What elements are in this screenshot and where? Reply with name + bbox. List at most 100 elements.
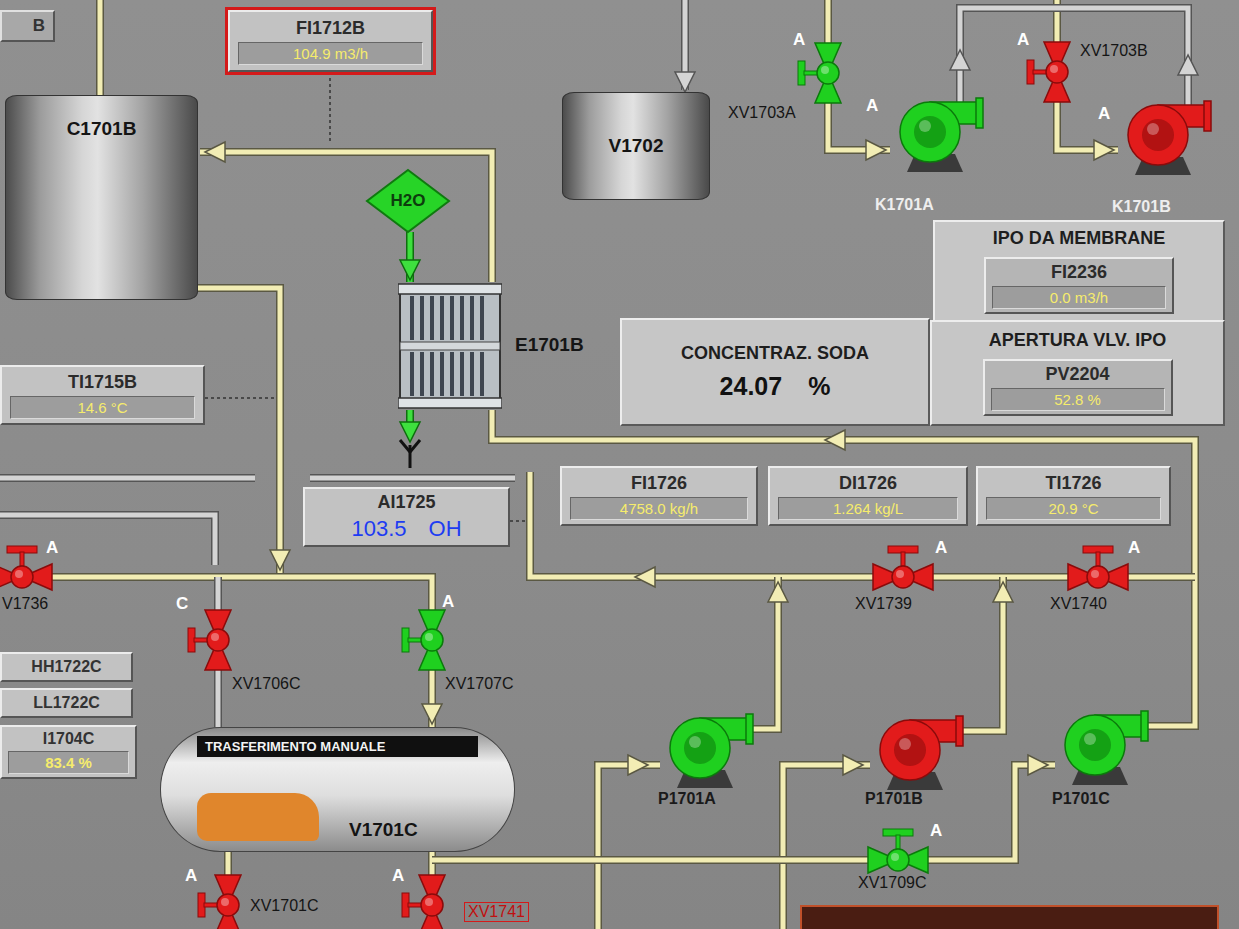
instrument-box[interactable]: PV2204 52.8 % (983, 359, 1173, 416)
flow-arrow-icon (768, 582, 788, 602)
flow-arrow-icon (1178, 55, 1198, 75)
panel-title: CONCENTRAZ. SODA (681, 343, 869, 364)
valve-icon[interactable] (397, 865, 457, 929)
level-alarm-box[interactable]: HH1722C (0, 652, 133, 682)
valve-label[interactable]: XV1739 (855, 595, 912, 613)
instrument-value: 4758.0 kg/h (570, 497, 748, 520)
flow-arrow-icon (628, 755, 648, 775)
level-alarm-box[interactable]: LL1722C (0, 688, 133, 718)
valve-icon[interactable] (1022, 32, 1082, 112)
valve-label[interactable]: XV1703A (728, 104, 796, 122)
valve-mode: A (185, 866, 197, 886)
instrument-value: 14.6 °C (10, 396, 195, 419)
valve-label[interactable]: XV1703B (1080, 42, 1148, 60)
flow-arrow-icon (400, 260, 420, 280)
instrument-tag: FI2236 (1051, 262, 1107, 283)
pipe (200, 152, 492, 282)
valve-label[interactable]: XV1741 (465, 903, 528, 921)
valve-icon[interactable] (397, 600, 457, 680)
storage-tank[interactable]: TRASFERIMENTO MANUALEV1701C (160, 727, 515, 852)
pipe (598, 765, 660, 929)
tank-label: V1701C (349, 819, 418, 841)
instrument-box[interactable]: DI1726 1.264 kg/L (768, 466, 968, 526)
pipe (0, 515, 215, 565)
vessel-label: C1701B (67, 118, 137, 140)
pump-mode: A (866, 96, 878, 116)
soda-reading: 24.07% (720, 372, 831, 401)
instrument-box[interactable]: TI172620.9 °C (976, 466, 1171, 526)
pump-icon[interactable] (1050, 705, 1150, 785)
vessel[interactable]: V1702 (562, 92, 710, 200)
valve-mode: A (1128, 538, 1140, 558)
pipe (310, 478, 515, 479)
edge-tag-box[interactable]: B (0, 10, 55, 42)
instrument-tag: DI1726 (839, 473, 897, 494)
panel-title: IPO DA MEMBRANE (993, 228, 1165, 249)
drain-icon (400, 440, 420, 468)
pump-label[interactable]: P1701C (1052, 790, 1110, 808)
analyzer-tag: AI1725 (377, 492, 435, 513)
valve-label[interactable]: XV1707C (445, 675, 514, 693)
flow-arrow-icon (400, 422, 420, 442)
instrument-box[interactable]: FI1712B 104.9 m3/h (228, 10, 433, 72)
valve-icon[interactable] (193, 865, 253, 929)
flow-arrow-icon (205, 142, 225, 162)
instrument-value: 20.9 °C (986, 497, 1161, 520)
signal-line (205, 397, 276, 399)
water-utility: H2O (365, 168, 451, 234)
pump-mode: A (1098, 104, 1110, 124)
analyzer-box[interactable]: AI1725103.5OH (303, 487, 510, 547)
instrument-value: 0.0 m3/h (992, 286, 1166, 309)
instrument-box[interactable]: TI1715B14.6 °C (0, 365, 205, 425)
valve-mode: A (1017, 30, 1029, 50)
pipe (492, 410, 1195, 726)
valve-icon[interactable] (183, 600, 243, 680)
valve-label[interactable]: V1736 (2, 595, 48, 613)
pump-label[interactable]: P1701B (865, 790, 923, 808)
instrument-value: 1.264 kg/L (778, 497, 958, 520)
instrument-value: 104.9 m3/h (238, 42, 423, 65)
pipe (100, 0, 101, 95)
pump-icon[interactable] (885, 92, 985, 172)
flow-arrow-icon (1094, 140, 1114, 160)
signal-line (329, 72, 331, 142)
flow-arrow-icon (1028, 755, 1048, 775)
exchanger-label[interactable]: E1701B (515, 334, 584, 356)
level-value: 83.4 % (8, 751, 129, 774)
pipe (0, 577, 432, 727)
pump-icon[interactable] (865, 710, 965, 790)
valve-mode: A (46, 538, 58, 558)
flow-arrow-icon (866, 140, 886, 160)
valve-label[interactable]: XV1706C (232, 675, 301, 693)
instrument-box[interactable]: FI2236 0.0 m3/h (984, 257, 1174, 314)
pipe (432, 765, 1055, 860)
tank-level (197, 763, 319, 841)
pump-label[interactable]: P1701A (658, 790, 716, 808)
valve-mode: A (935, 538, 947, 558)
valve-label[interactable]: XV1740 (1050, 595, 1107, 613)
instrument-box[interactable]: FI17264758.0 kg/h (560, 466, 758, 526)
instrument-tag: PV2204 (1045, 364, 1109, 385)
level-indicator-box[interactable]: I1704C83.4 % (0, 725, 137, 779)
flow-arrow-icon (843, 755, 863, 775)
pump-label[interactable]: K1701A (875, 196, 934, 214)
valve-label[interactable]: XV1709C (858, 874, 927, 892)
flow-arrow-icon (825, 430, 845, 450)
valve-icon[interactable] (858, 825, 938, 875)
valve-mode: A (793, 30, 805, 50)
instrument-value: 52.8 % (991, 388, 1165, 411)
pump-icon[interactable] (655, 708, 755, 788)
pump-label[interactable]: K1701B (1112, 198, 1171, 216)
column-vessel[interactable]: C1701B (5, 95, 198, 300)
vessel-label: V1702 (609, 135, 664, 157)
alarm-strip (800, 905, 1219, 929)
signal-line (510, 520, 526, 522)
process-screen: B C1701B V1702 H2O E1701B FI1712B 104.9 m3/h TI… (0, 0, 1239, 929)
valve-mode: A (930, 821, 942, 841)
valve-icon[interactable] (863, 542, 943, 592)
pump-icon[interactable] (1113, 95, 1213, 175)
instrument-tag: FI1712B (296, 18, 365, 39)
valve-icon[interactable] (1058, 542, 1138, 592)
valve-label[interactable]: XV1701C (250, 897, 319, 915)
pipe (0, 478, 255, 479)
